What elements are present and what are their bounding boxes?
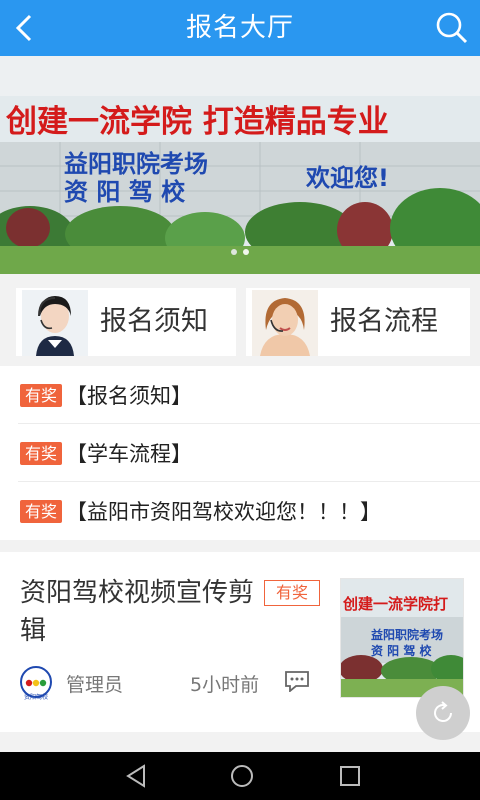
thumb-sign-line2: 资 阳 驾 校 bbox=[371, 643, 433, 658]
thumb-sign-line1: 益阳职院考场 bbox=[371, 627, 443, 642]
notice-list: 有奖 【报名须知】 有奖 【学车流程】 有奖 【益阳市资阳驾校欢迎您！！！】 bbox=[0, 366, 480, 540]
notice-item[interactable]: 有奖 【学车流程】 bbox=[0, 424, 480, 482]
refresh-icon bbox=[434, 701, 452, 722]
nav-back-icon[interactable] bbox=[122, 762, 150, 790]
notice-text: 【报名须知】 bbox=[66, 384, 192, 408]
notice-text: 【益阳市资阳驾校欢迎您！！！】 bbox=[66, 500, 381, 524]
entry-label: 报名流程 bbox=[330, 306, 438, 337]
banner-sign-line2: 资 阳 驾 校 bbox=[64, 178, 186, 206]
banner-sign-line3: 欢迎您! bbox=[305, 164, 389, 192]
feed-title: 资阳驾校视频宣传剪辑 bbox=[20, 578, 255, 646]
banner-sign-line1: 益阳职院考场 bbox=[64, 150, 208, 178]
refresh-button[interactable] bbox=[416, 686, 470, 740]
notice-item[interactable]: 有奖 【益阳市资阳驾校欢迎您！！！】 bbox=[0, 482, 480, 540]
thumb-slogan: 创建一流学院打 bbox=[342, 595, 448, 613]
reward-badge: 有奖 bbox=[20, 442, 62, 465]
notice-item[interactable]: 有奖 【报名须知】 bbox=[0, 366, 480, 424]
carousel-dot bbox=[231, 249, 237, 255]
top-bar: 报名大厅 bbox=[0, 0, 480, 56]
page-title: 报名大厅 bbox=[185, 13, 294, 43]
nav-home-icon[interactable] bbox=[228, 762, 256, 790]
entry-label: 报名须知 bbox=[100, 306, 208, 337]
logo-text: 资阳驾校 bbox=[24, 693, 48, 701]
carousel-dot-active bbox=[243, 249, 249, 255]
author-name: 管理员 bbox=[66, 674, 124, 696]
headset-agent-avatar bbox=[22, 290, 88, 356]
system-nav-bar bbox=[0, 752, 480, 800]
school-logo-icon: 资阳驾校 bbox=[18, 666, 54, 702]
post-time: 5小时前 bbox=[190, 674, 260, 696]
nav-recent-icon[interactable] bbox=[336, 762, 364, 790]
comment-icon[interactable] bbox=[284, 670, 310, 693]
carousel-indicator bbox=[0, 240, 480, 259]
quick-entries: 报名须知 报名流程 bbox=[0, 280, 480, 358]
feed-item[interactable]: 资阳驾校视频宣传剪辑 有奖 创建一流学院打 益阳职院考场 资 阳 驾 校 资阳驾… bbox=[0, 552, 480, 732]
reward-badge: 有奖 bbox=[20, 384, 62, 407]
banner-slogan: 创建一流学院 打造精品专业 bbox=[5, 104, 389, 140]
entry-registration-process[interactable]: 报名流程 bbox=[246, 288, 470, 356]
entry-registration-notice[interactable]: 报名须知 bbox=[16, 288, 236, 356]
notice-text: 【学车流程】 bbox=[66, 442, 192, 466]
search-icon[interactable] bbox=[432, 8, 472, 48]
headset-agent-avatar bbox=[252, 290, 318, 356]
feed-thumbnail: 创建一流学院打 益阳职院考场 资 阳 驾 校 bbox=[340, 578, 464, 698]
reward-badge: 有奖 bbox=[20, 500, 62, 523]
reward-badge: 有奖 bbox=[264, 580, 320, 606]
